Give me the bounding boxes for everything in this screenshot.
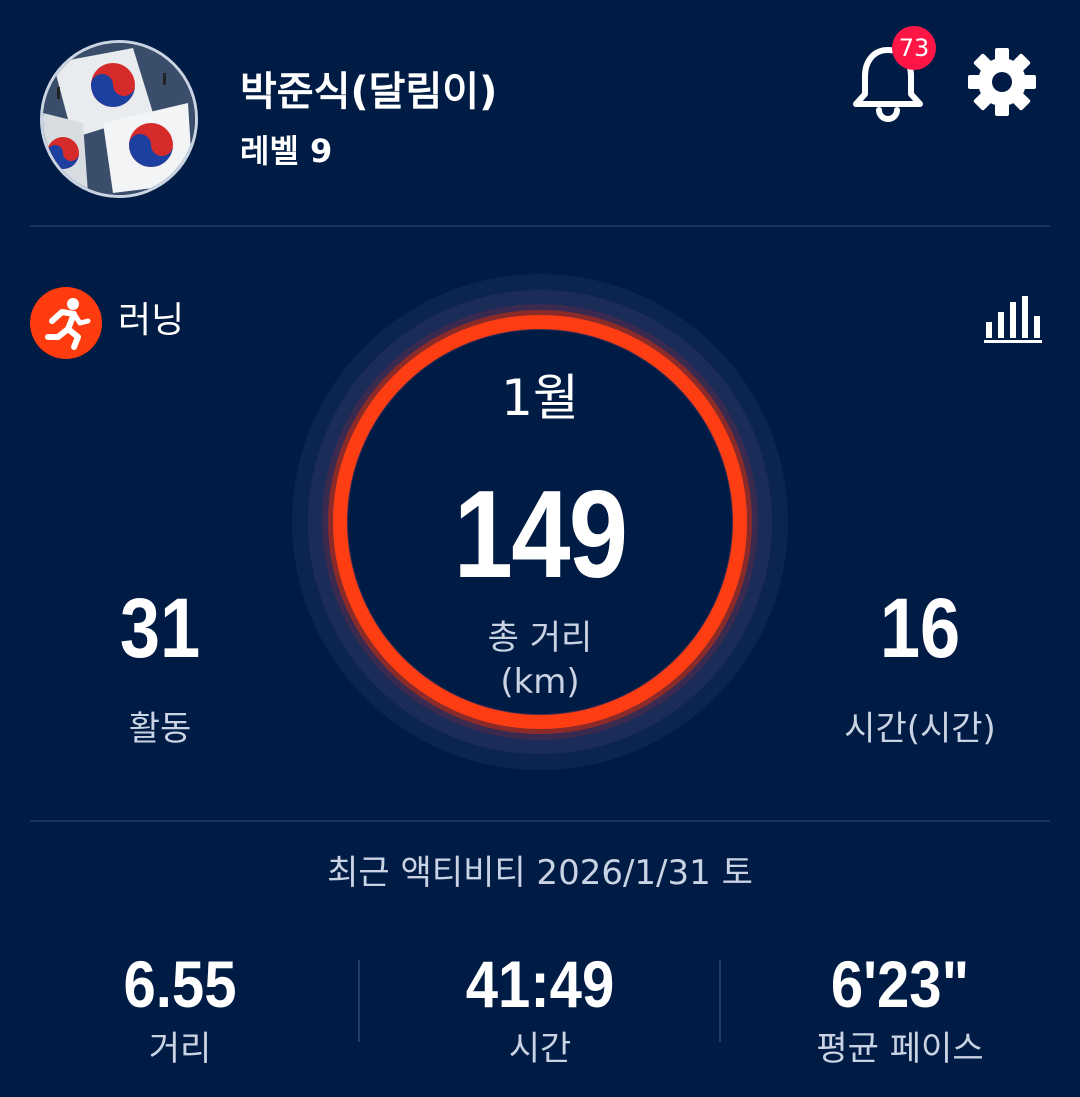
avatar[interactable] (40, 40, 198, 198)
activities-count-value: 31 (119, 581, 201, 675)
activity-type-label[interactable]: 러닝 (118, 296, 184, 346)
recent-pace-label: 평균 페이스 (816, 1029, 984, 1069)
recent-distance-value: 6.55 (123, 947, 237, 1021)
header-divider (30, 225, 1050, 227)
recent-time-value: 41:49 (465, 947, 615, 1021)
recent-distance-label: 거리 (148, 1029, 212, 1069)
korean-flag-photo (43, 43, 195, 195)
recent-pace-value: 6'23" (830, 947, 970, 1021)
bar-chart-icon[interactable] (982, 292, 1044, 344)
total-distance-unit: (km) (500, 662, 580, 702)
user-level: 레벨 9 (240, 132, 333, 170)
activities-count-label: 활동 (128, 709, 192, 749)
recent-time-label: 시간 (508, 1029, 572, 1069)
recent-activity-title[interactable]: 최근 액티비티 2026/1/31 토 (0, 848, 1080, 898)
total-distance-value: 149 (453, 466, 628, 604)
gear-icon[interactable] (966, 46, 1038, 118)
stat-separator (719, 960, 721, 1042)
hours-value: 16 (879, 581, 961, 675)
section-divider (30, 820, 1050, 822)
stat-separator (358, 960, 360, 1042)
hours-label: 시간(시간) (844, 709, 996, 749)
running-person-icon[interactable] (30, 287, 102, 359)
notification-badge: 73 (892, 26, 936, 70)
month-label: 1월 (501, 369, 579, 427)
user-name: 박준식(달림이) (240, 69, 498, 115)
total-distance-label: 총 거리 (487, 618, 593, 658)
